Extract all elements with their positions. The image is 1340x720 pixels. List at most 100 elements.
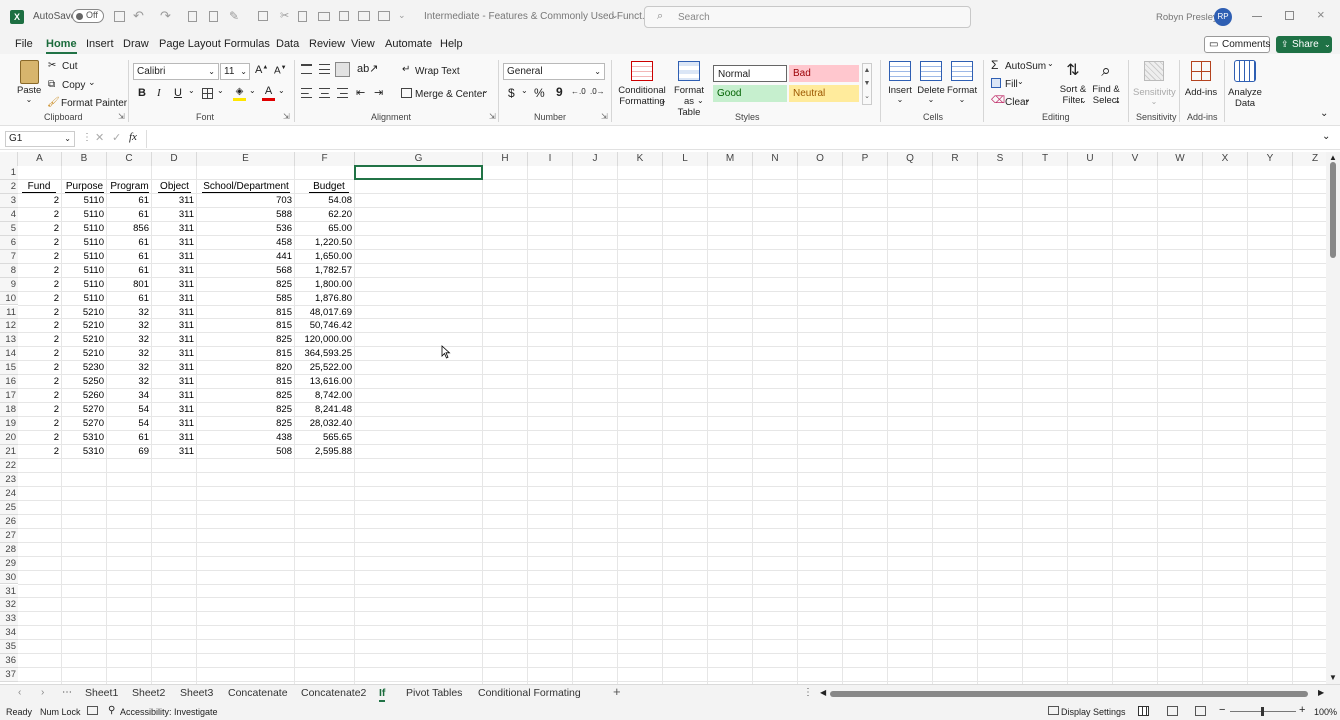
merge-dropdown-icon[interactable]: ⌄ — [482, 86, 489, 95]
table-cell-fund[interactable]: 2 — [18, 445, 59, 459]
enter-icon[interactable]: ✓ — [112, 131, 121, 144]
table-cell-object[interactable]: 311 — [152, 375, 194, 389]
table-cell-school-department[interactable]: 825 — [197, 333, 292, 347]
column-header-c[interactable]: C — [107, 152, 152, 166]
merge-icon[interactable] — [401, 88, 412, 98]
table-cell-budget[interactable]: 65.00 — [295, 222, 352, 236]
table-cell-program[interactable]: 32 — [107, 375, 149, 389]
zoom-thumb[interactable] — [1261, 707, 1264, 716]
autosum-icon[interactable]: Σ — [991, 58, 998, 72]
table-cell-budget[interactable]: 364,593.25 — [295, 347, 352, 361]
table-cell-object[interactable]: 311 — [152, 431, 194, 445]
row-header-23[interactable]: 23 — [0, 472, 18, 487]
find-dropdown-icon[interactable]: ⌄ — [1114, 96, 1121, 105]
table-cell-object[interactable]: 311 — [152, 306, 194, 320]
table-cell-school-department[interactable]: 820 — [197, 361, 292, 375]
align-left-icon[interactable] — [301, 88, 312, 98]
table-cell-program[interactable]: 61 — [107, 236, 149, 250]
scroll-right-icon[interactable]: ▶ — [1318, 688, 1324, 697]
table-cell-object[interactable]: 311 — [152, 278, 194, 292]
row-header-16[interactable]: 16 — [0, 375, 18, 390]
cut-qa-icon[interactable]: ✂ — [280, 9, 289, 22]
insert-cells-button[interactable]: Insert ⌄ — [886, 60, 914, 108]
table-cell-purpose[interactable]: 5250 — [62, 375, 104, 389]
row-header-10[interactable]: 10 — [0, 291, 18, 306]
column-header-q[interactable]: Q — [888, 152, 933, 166]
number-launcher-icon[interactable]: ⇲ — [601, 112, 608, 121]
table-cell-budget[interactable]: 1,650.00 — [295, 250, 352, 264]
row-header-1[interactable]: 1 — [0, 166, 18, 180]
style-good[interactable]: Good — [713, 85, 787, 102]
row-header-13[interactable]: 13 — [0, 333, 18, 348]
table-cell-budget[interactable]: 1,876.80 — [295, 292, 352, 306]
more-sheets-icon[interactable]: ⋯ — [62, 687, 72, 698]
row-header-12[interactable]: 12 — [0, 319, 18, 334]
fill-color-icon[interactable]: ◈ — [233, 86, 246, 101]
table-cell-purpose[interactable]: 5270 — [62, 403, 104, 417]
table-cell-budget[interactable]: 2,595.88 — [295, 445, 352, 459]
table-cell-school-department[interactable]: 508 — [197, 445, 292, 459]
column-header-l[interactable]: L — [663, 152, 708, 166]
table-cell-fund[interactable]: 2 — [18, 236, 59, 250]
scroll-up-icon[interactable]: ▲ — [1329, 153, 1337, 162]
header-object[interactable]: Object — [158, 181, 191, 193]
row-header-7[interactable]: 7 — [0, 249, 18, 264]
underline-button[interactable]: U — [174, 87, 182, 99]
table-cell-fund[interactable]: 2 — [18, 361, 59, 375]
underline-dropdown-icon[interactable]: ⌄ — [188, 86, 195, 95]
row-header-37[interactable]: 37 — [0, 668, 18, 683]
column-header-b[interactable]: B — [62, 152, 107, 166]
table-cell-fund[interactable]: 2 — [18, 222, 59, 236]
table-cell-fund[interactable]: 2 — [18, 319, 59, 333]
row-header-6[interactable]: 6 — [0, 235, 18, 250]
table-cell-fund[interactable]: 2 — [18, 389, 59, 403]
tab-file[interactable]: File — [15, 38, 33, 50]
tab-draw[interactable]: Draw — [123, 38, 149, 50]
font-launcher-icon[interactable]: ⇲ — [283, 112, 290, 121]
row-header-4[interactable]: 4 — [0, 207, 18, 222]
row-header-9[interactable]: 9 — [0, 277, 18, 292]
row-header-2[interactable]: 2 — [0, 179, 18, 194]
table-cell-purpose[interactable]: 5110 — [62, 278, 104, 292]
increase-decimal-icon[interactable]: ←.0 — [571, 87, 586, 96]
paste-button[interactable]: Paste ⌄ — [17, 60, 41, 108]
table-cell-fund[interactable]: 2 — [18, 194, 59, 208]
table-cell-purpose[interactable]: 5230 — [62, 361, 104, 375]
delete-cells-button[interactable]: Delete ⌄ — [917, 60, 945, 108]
table-cell-purpose[interactable]: 5110 — [62, 250, 104, 264]
highlight-icon[interactable]: ✎ — [229, 9, 239, 23]
table-cell-school-department[interactable]: 825 — [197, 278, 292, 292]
wrap-text-button[interactable]: Wrap Text — [415, 66, 460, 77]
decrease-decimal-icon[interactable]: .0→ — [590, 87, 605, 96]
avatar[interactable]: RP — [1214, 8, 1232, 26]
column-header-v[interactable]: V — [1113, 152, 1158, 166]
camera-icon[interactable] — [358, 11, 370, 21]
column-header-n[interactable]: N — [753, 152, 798, 166]
save-icon[interactable] — [114, 11, 125, 22]
align-right-icon[interactable] — [337, 88, 348, 98]
table-cell-purpose[interactable]: 5110 — [62, 222, 104, 236]
table-cell-object[interactable]: 311 — [152, 222, 194, 236]
table-cell-program[interactable]: 61 — [107, 264, 149, 278]
table-cell-fund[interactable]: 2 — [18, 403, 59, 417]
table-cell-purpose[interactable]: 5310 — [62, 445, 104, 459]
screenshot-icon[interactable] — [378, 11, 390, 21]
row-header-33[interactable]: 33 — [0, 612, 18, 627]
column-header-m[interactable]: M — [708, 152, 753, 166]
font-color-dropdown-icon[interactable]: ⌄ — [278, 86, 285, 95]
table-cell-budget[interactable]: 28,032.40 — [295, 417, 352, 431]
column-header-k[interactable]: K — [618, 152, 663, 166]
column-header-e[interactable]: E — [197, 152, 295, 166]
table-cell-object[interactable]: 311 — [152, 389, 194, 403]
clipboard-launcher-icon[interactable]: ⇲ — [118, 112, 125, 121]
table-cell-budget[interactable]: 13,616.00 — [295, 375, 352, 389]
table-cell-program[interactable]: 856 — [107, 222, 149, 236]
cond-dropdown-icon[interactable]: ⌄ — [660, 96, 667, 105]
row-header-19[interactable]: 19 — [0, 417, 18, 432]
print-icon[interactable] — [339, 11, 349, 21]
alignment-launcher-icon[interactable]: ⇲ — [489, 112, 496, 121]
percent-icon[interactable]: % — [534, 86, 545, 100]
sheet-tab-sheet3[interactable]: Sheet3 — [180, 687, 213, 699]
row-header-27[interactable]: 27 — [0, 528, 18, 543]
page-layout-view-icon[interactable] — [1167, 706, 1178, 716]
